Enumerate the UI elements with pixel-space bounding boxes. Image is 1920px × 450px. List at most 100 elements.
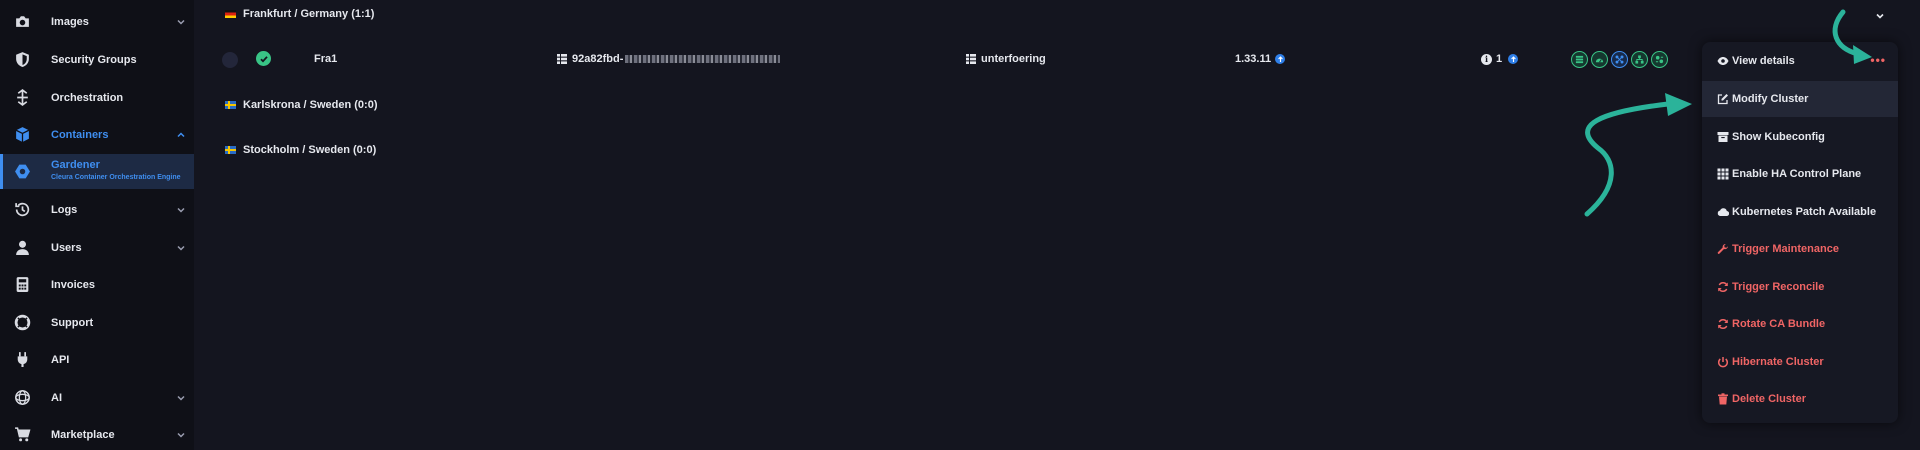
list-icon (966, 54, 976, 64)
annotation-arrow-to-modify (1584, 101, 1671, 217)
menu-item-label: Modify Cluster (1732, 93, 1809, 105)
sidebar-item-label: Security Groups (51, 53, 137, 66)
sidebar-item-api[interactable]: API (0, 341, 194, 378)
sidebar-item-invoices[interactable]: Invoices (0, 266, 194, 303)
wrench-icon (1716, 243, 1729, 256)
chevron-down-icon (177, 395, 185, 401)
eye-icon (1716, 55, 1729, 68)
sidebar-item-gardener[interactable]: Gardener Cleura Container Orchestration … (0, 154, 194, 189)
sidebar-item-label: API (51, 353, 70, 366)
sidebar: Images Security Groups Orchestration Con… (0, 0, 194, 450)
sidebar-item-label: Invoices (51, 278, 96, 291)
sidebar-item-security-groups[interactable]: Security Groups (0, 41, 194, 78)
sidebar-item-containers[interactable]: Containers (0, 116, 194, 153)
menu-item-label: Hibernate Cluster (1732, 356, 1824, 368)
cloud-icon (1716, 206, 1729, 219)
menu-item-label: Kubernetes Patch Available (1732, 206, 1877, 218)
chevron-down-icon (177, 432, 185, 438)
sidebar-item-images[interactable]: Images (0, 3, 194, 40)
archive-icon (1716, 131, 1729, 144)
sidebar-item-logs[interactable]: Logs (0, 191, 194, 228)
active-indicator (0, 154, 3, 189)
sidebar-item-marketplace[interactable]: Marketplace (0, 416, 194, 450)
sidebar-item-support[interactable]: Support (0, 304, 194, 341)
grid-icon (1716, 168, 1729, 181)
sidebar-item-label: Gardener (51, 159, 100, 171)
sidebar-item-orchestration[interactable]: Orchestration (0, 79, 194, 116)
menu-item-label: Show Kubeconfig (1732, 131, 1825, 143)
menu-item-label: Delete Cluster (1732, 393, 1806, 405)
user-icon (13, 239, 31, 257)
sidebar-item-label: Images (51, 15, 89, 28)
cluster-id: 92a82fbd- (557, 53, 781, 65)
calculator-icon (13, 276, 31, 294)
nodes-status-icon[interactable] (1571, 51, 1588, 68)
upgrade-available-icon (1508, 54, 1519, 64)
sidebar-item-label: Orchestration (51, 91, 124, 104)
menu-item-trigger-maintenance[interactable]: Trigger Maintenance (1702, 231, 1898, 267)
menu-item-view-details[interactable]: View details ••• (1702, 43, 1898, 79)
region-label: Frankfurt / Germany (1:1) (243, 8, 375, 20)
menu-item-rotate-ca-bundle[interactable]: Rotate CA Bundle (1702, 306, 1898, 342)
network-status-icon[interactable] (1611, 51, 1628, 68)
plug-icon (13, 351, 31, 369)
menu-item-enable-ha-control-plane[interactable]: Enable HA Control Plane (1702, 156, 1898, 192)
chevron-up-icon (177, 131, 185, 137)
more-actions-icon[interactable]: ••• (1870, 53, 1886, 67)
chevron-down-icon (177, 207, 185, 213)
sidebar-item-label: Logs (51, 203, 78, 216)
cluster-alerts-count: 1 (1496, 53, 1503, 65)
menu-item-label: Trigger Maintenance (1732, 243, 1839, 255)
sidebar-item-label: Users (51, 241, 82, 254)
trash-icon (1716, 393, 1729, 406)
dashboard-status-icon[interactable] (1591, 51, 1608, 68)
cart-icon (13, 426, 31, 444)
annotation-arrowhead (1665, 93, 1692, 116)
cluster-project: unterfoering (966, 53, 1046, 65)
sync-icon (1716, 281, 1729, 294)
orchestration-icon (13, 89, 31, 107)
camera-icon (13, 13, 31, 31)
cluster-version-text: 1.33.11 (1235, 53, 1272, 65)
menu-item-label: Trigger Reconcile (1732, 281, 1825, 293)
gardener-icon (13, 163, 31, 181)
region-header-karlskrona[interactable]: Karlskrona / Sweden (0:0) (225, 99, 378, 111)
sync-icon (1716, 318, 1729, 331)
menu-item-label: Enable HA Control Plane (1732, 168, 1862, 180)
sidebar-item-users[interactable]: Users (0, 229, 194, 266)
menu-item-modify-cluster[interactable]: Modify Cluster (1702, 81, 1898, 117)
menu-item-delete-cluster[interactable]: Delete Cluster (1702, 381, 1898, 417)
menu-item-label: Rotate CA Bundle (1732, 318, 1826, 330)
status-ok-icon (256, 51, 271, 66)
redacted-id (625, 55, 781, 63)
sidebar-item-label: AI (51, 391, 62, 404)
cluster-id-text: 92a82fbd- (572, 53, 624, 65)
row-select-checkbox[interactable] (222, 52, 238, 68)
annotation-arrows (1584, 9, 1872, 217)
menu-item-hibernate-cluster[interactable]: Hibernate Cluster (1702, 344, 1898, 380)
cube-icon (13, 126, 31, 144)
menu-item-trigger-reconcile[interactable]: Trigger Reconcile (1702, 269, 1898, 305)
history-icon (13, 201, 31, 219)
power-icon (1716, 356, 1729, 369)
menu-item-show-kubeconfig[interactable]: Show Kubeconfig (1702, 119, 1898, 155)
sidebar-item-ai[interactable]: AI (0, 379, 194, 416)
shield-icon (13, 51, 31, 69)
sidebar-item-label: Support (51, 316, 94, 329)
region-header-frankfurt[interactable]: Frankfurt / Germany (1:1) (225, 8, 374, 20)
topology-status-icon[interactable] (1631, 51, 1648, 68)
flag-germany-icon (225, 10, 236, 18)
lifebuoy-icon (13, 314, 31, 332)
menu-item-label: View details (1732, 55, 1795, 67)
chevron-down-icon[interactable] (1875, 11, 1885, 21)
cluster-alerts[interactable]: i 1 (1481, 53, 1519, 65)
flag-sweden-icon (225, 146, 236, 154)
list-icon (557, 54, 567, 64)
sidebar-item-label: Containers (51, 128, 109, 141)
cluster-name[interactable]: Fra1 (314, 53, 337, 65)
menu-item-kubernetes-patch-available[interactable]: Kubernetes Patch Available (1702, 194, 1898, 230)
workers-status-icon[interactable] (1651, 51, 1668, 68)
upgrade-available-icon[interactable] (1275, 54, 1286, 64)
region-header-stockholm[interactable]: Stockholm / Sweden (0:0) (225, 144, 376, 156)
ai-icon (13, 389, 31, 407)
